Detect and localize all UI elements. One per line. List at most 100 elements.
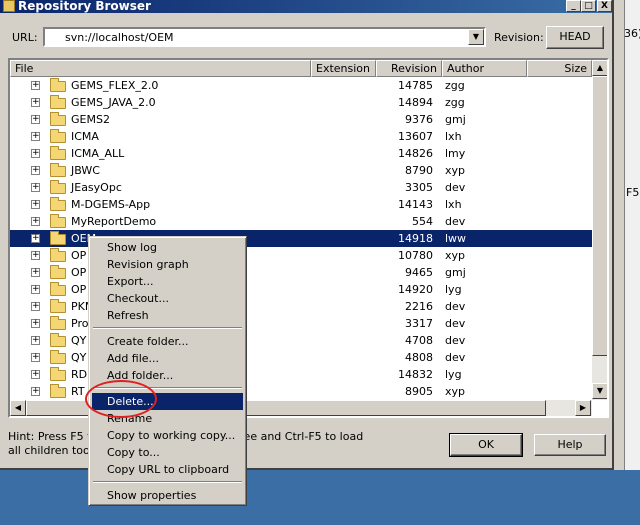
expand-icon[interactable]: + (31, 217, 40, 226)
folder-icon (50, 163, 66, 177)
head-button[interactable]: HEAD (546, 26, 604, 49)
revision-cell: 8905 (405, 385, 433, 398)
column-header-revision[interactable]: Revision (376, 60, 442, 77)
author-cell: zgg (445, 96, 465, 109)
menu-item-checkout[interactable]: Checkout... (92, 290, 243, 307)
menu-item-create-folder[interactable]: Create folder... (92, 333, 243, 350)
menu-item-revision-graph[interactable]: Revision graph (92, 256, 243, 273)
menu-item-copy-url-to-clipboard[interactable]: Copy URL to clipboard (92, 461, 243, 478)
expand-icon[interactable]: + (31, 115, 40, 124)
title-bar: Repository Browser _ □ X (0, 0, 612, 13)
expand-icon[interactable]: + (31, 268, 40, 277)
dropdown-arrow-icon[interactable]: ▼ (468, 29, 484, 45)
author-cell: xyp (445, 249, 466, 262)
folder-icon (50, 282, 66, 296)
folder-icon (50, 248, 66, 262)
file-name: RD (71, 368, 88, 381)
folder-icon (50, 180, 66, 194)
background-text: 36) (624, 27, 640, 40)
expand-icon[interactable]: + (31, 132, 40, 141)
minimize-button[interactable]: _ (566, 0, 581, 12)
expand-icon[interactable]: + (31, 81, 40, 90)
expand-icon[interactable]: + (31, 149, 40, 158)
menu-item-export[interactable]: Export... (92, 273, 243, 290)
folder-icon (50, 384, 66, 398)
revision-cell: 10780 (398, 249, 433, 262)
revision-cell: 4708 (405, 334, 433, 347)
expand-icon[interactable]: + (31, 336, 40, 345)
expand-icon[interactable]: + (31, 98, 40, 107)
file-name: GEMS2 (71, 113, 110, 126)
column-header-author[interactable]: Author (442, 60, 527, 77)
close-button[interactable]: X (597, 0, 612, 12)
file-name: GEMS_FLEX_2.0 (71, 79, 159, 92)
folder-icon (50, 146, 66, 160)
menu-item-show-properties[interactable]: Show properties (92, 487, 243, 504)
scroll-left-icon[interactable]: ◀ (10, 400, 26, 416)
file-name: GEMS_JAVA_2.0 (71, 96, 156, 109)
expand-icon[interactable]: + (31, 200, 40, 209)
author-cell: lyg (445, 283, 462, 296)
expand-icon[interactable]: + (31, 183, 40, 192)
expand-icon[interactable]: + (31, 166, 40, 175)
table-row[interactable]: + ICMA_ALL 14826 lmy (10, 145, 592, 162)
url-value: svn://localhost/OEM (65, 31, 174, 44)
menu-item-copy-to[interactable]: Copy to... (92, 444, 243, 461)
ok-button[interactable]: OK (449, 433, 523, 457)
revision-cell: 13607 (398, 130, 433, 143)
scroll-right-icon[interactable]: ▶ (575, 400, 591, 416)
expand-icon[interactable]: + (31, 302, 40, 311)
table-row[interactable]: + JEasyOpc 3305 dev (10, 179, 592, 196)
url-label: URL: (12, 31, 38, 44)
maximize-button[interactable]: □ (581, 0, 596, 12)
folder-icon (50, 78, 66, 92)
table-row[interactable]: + MyReportDemo 554 dev (10, 213, 592, 230)
folder-icon (50, 197, 66, 211)
expand-icon[interactable]: + (31, 387, 40, 396)
scroll-down-icon[interactable]: ▼ (592, 383, 607, 399)
menu-item-add-file[interactable]: Add file... (92, 350, 243, 367)
expand-icon[interactable]: + (31, 285, 40, 294)
revision-cell: 14894 (398, 96, 433, 109)
author-cell: xyp (445, 385, 466, 398)
menu-item-show-log[interactable]: Show log (92, 239, 243, 256)
expand-icon[interactable]: + (31, 370, 40, 379)
expand-icon[interactable]: + (31, 353, 40, 362)
expand-icon[interactable]: + (31, 319, 40, 328)
table-row[interactable]: + GEMS2 9376 gmj (10, 111, 592, 128)
folder-icon (50, 129, 66, 143)
revision-cell: 14826 (398, 147, 433, 160)
menu-item-refresh[interactable]: Refresh (92, 307, 243, 324)
scroll-up-icon[interactable]: ▲ (592, 60, 607, 76)
column-header-extension[interactable]: Extension (311, 60, 376, 77)
table-row[interactable]: + ICMA 13607 lxh (10, 128, 592, 145)
expand-icon[interactable]: + (31, 234, 40, 243)
background-text-2: F5 to (626, 186, 640, 199)
folder-icon (50, 316, 66, 330)
column-header-size[interactable]: Size (527, 60, 592, 77)
file-name: OP (71, 266, 87, 279)
revision-cell: 14918 (398, 232, 433, 245)
menu-separator (93, 327, 242, 329)
window-title: Repository Browser (18, 0, 151, 13)
expand-icon[interactable]: + (31, 251, 40, 260)
author-cell: lyg (445, 368, 462, 381)
file-name: OP (71, 249, 87, 262)
vertical-scroll-thumb[interactable] (592, 76, 607, 356)
table-row[interactable]: + M-DGEMS-App 14143 lxh (10, 196, 592, 213)
author-cell: dev (445, 351, 466, 364)
table-row[interactable]: + JBWC 8790 xyp (10, 162, 592, 179)
revision-cell: 14832 (398, 368, 433, 381)
file-name: ICMA_ALL (71, 147, 125, 160)
table-row[interactable]: + GEMS_JAVA_2.0 14894 zgg (10, 94, 592, 111)
table-row[interactable]: + GEMS_FLEX_2.0 14785 zgg (10, 77, 592, 94)
author-cell: dev (445, 300, 466, 313)
url-combobox[interactable]: svn://localhost/OEM ▼ (43, 27, 486, 47)
menu-item-copy-to-working-copy[interactable]: Copy to working copy... (92, 427, 243, 444)
author-cell: xyp (445, 164, 466, 177)
file-name: Pro (71, 317, 89, 330)
file-name: MyReportDemo (71, 215, 157, 228)
vertical-scrollbar[interactable]: ▲ ▼ (592, 60, 607, 400)
column-header-file[interactable]: File (10, 60, 311, 77)
help-button[interactable]: Help (534, 434, 606, 456)
